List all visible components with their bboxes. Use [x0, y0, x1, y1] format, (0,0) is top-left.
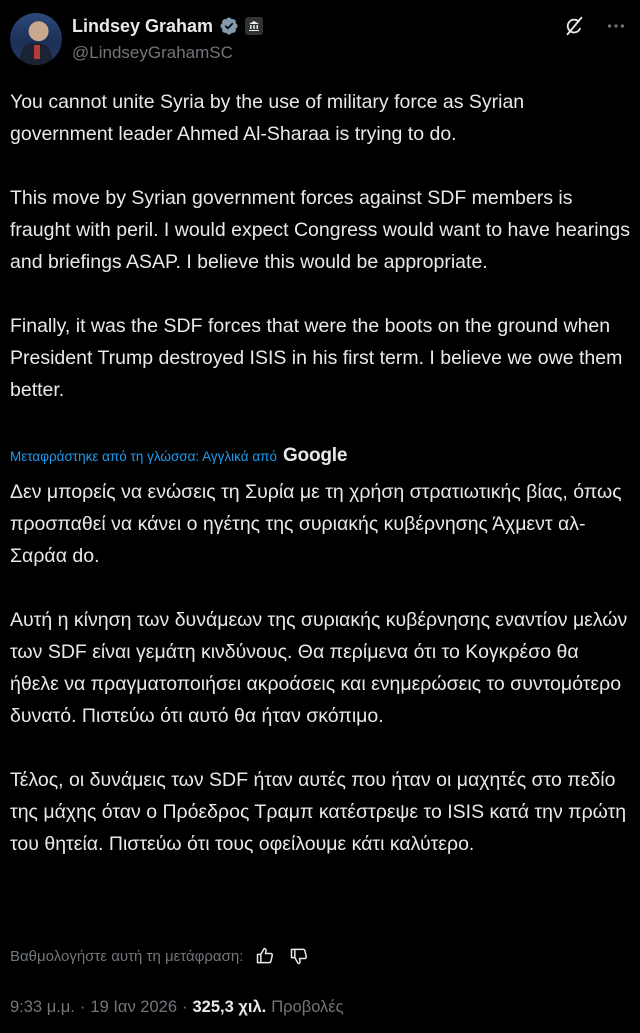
views-label: Προβολές: [271, 997, 344, 1016]
top-actions: [562, 14, 628, 38]
meta-separator: ·: [79, 997, 86, 1016]
thumbs-down-icon[interactable]: [287, 944, 311, 968]
grok-icon[interactable]: [562, 14, 586, 38]
government-building-icon[interactable]: [245, 17, 264, 35]
translated-from-link[interactable]: Μεταφράστηκε από τη γλώσσα: Αγγλικά από: [10, 449, 277, 464]
author-name-row: Lindsey Graham: [72, 14, 264, 38]
translated-paragraph: Τέλος, οι δυνάμεις των SDF ήταν αυτές πο…: [10, 769, 627, 855]
avatar[interactable]: [10, 13, 62, 65]
thumbs-up-icon[interactable]: [253, 944, 277, 968]
verified-badge-icon[interactable]: [219, 16, 239, 36]
tweet-paragraph: You cannot unite Syria by the use of mil…: [10, 91, 525, 145]
tweet-time[interactable]: 9:33 μ.μ.: [10, 998, 75, 1017]
translated-paragraph: Δεν μπορείς να ενώσεις τη Συρία με τη χρ…: [10, 481, 622, 567]
meta-separator: ·: [182, 997, 188, 1016]
avatar-tie: [34, 45, 40, 59]
translation-attribution: Μεταφράστηκε από τη γλώσσα: Αγγλικά από …: [10, 444, 347, 468]
tweet-header: Lindsey Graham @LindseyGrahamSC: [0, 0, 640, 72]
tweet-text: You cannot unite Syria by the use of mil…: [10, 86, 630, 406]
author-handle[interactable]: @LindseyGrahamSC: [72, 43, 233, 63]
more-icon[interactable]: [604, 14, 628, 38]
tweet-meta: 9:33 μ.μ. · 19 Ιαν 2026 · 325,3 χιλ. Προ…: [10, 994, 344, 1020]
translated-paragraph: Αυτή η κίνηση των δυνάμεων της συριακής …: [10, 609, 628, 727]
author-name[interactable]: Lindsey Graham: [72, 16, 213, 37]
translated-text: Δεν μπορείς να ενώσεις τη Συρία με τη χρ…: [10, 476, 630, 860]
tweet-date[interactable]: 19 Ιαν 2026: [90, 998, 177, 1017]
views-count[interactable]: 325,3 χιλ.: [193, 998, 267, 1017]
rate-translation-label: Βαθμολογήστε αυτή τη μετάφραση:: [10, 947, 244, 965]
tweet-paragraph: Finally, it was the SDF forces that were…: [10, 315, 623, 401]
tweet-paragraph: This move by Syrian government forces ag…: [10, 187, 631, 273]
google-logo: Google: [282, 445, 348, 466]
rate-translation: Βαθμολογήστε αυτή τη μετάφραση:: [10, 944, 311, 968]
